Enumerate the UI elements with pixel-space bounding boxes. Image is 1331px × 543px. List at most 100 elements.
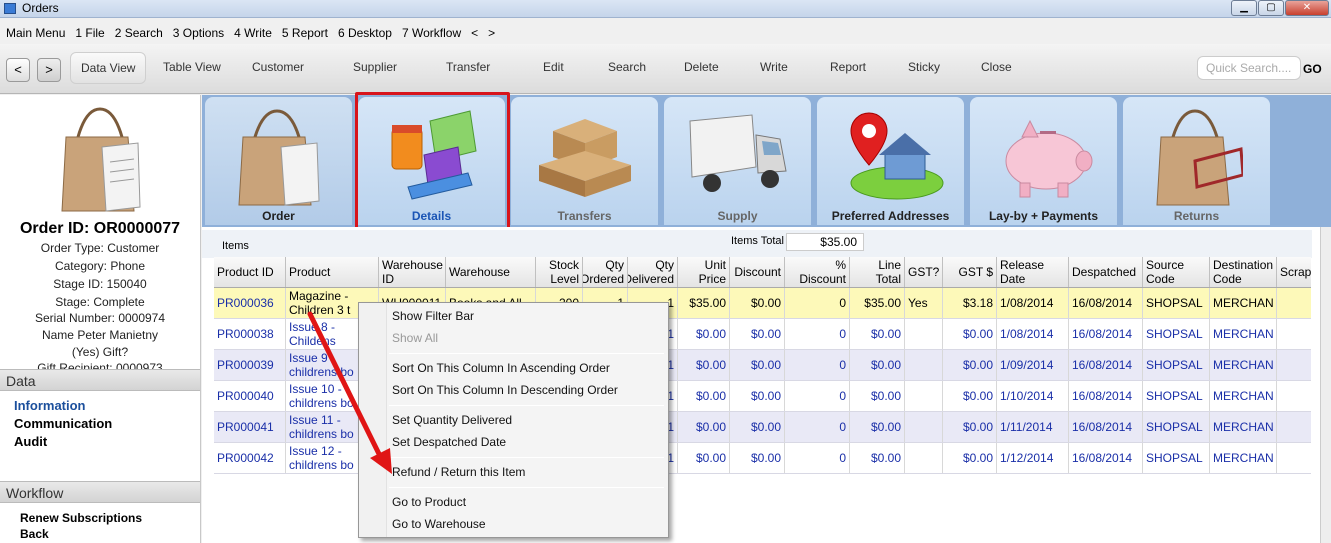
cell-gst-flag[interactable] [905, 350, 943, 380]
cell-line-total[interactable]: $0.00 [850, 381, 905, 411]
col-scrap[interactable]: Scrap [1277, 257, 1311, 287]
col-despatched[interactable]: Despatched [1069, 257, 1143, 287]
cell-unit-price[interactable]: $0.00 [678, 350, 730, 380]
cell-scrap[interactable] [1277, 288, 1311, 318]
col-discount[interactable]: Discount [730, 257, 785, 287]
cell-despatched[interactable]: 16/08/2014 [1069, 350, 1143, 380]
menu-scroll-right[interactable]: > [488, 26, 495, 40]
quick-search-input[interactable]: Quick Search.... [1197, 56, 1301, 80]
menu-main[interactable]: Main Menu [6, 26, 65, 40]
cell-discount[interactable]: $0.00 [730, 350, 785, 380]
cell-gst-flag[interactable] [905, 412, 943, 442]
ctx-go-to-product[interactable]: Go to Product [392, 495, 466, 509]
audit-link[interactable]: Audit [14, 434, 47, 449]
cell-gst-amount[interactable]: $0.00 [943, 381, 997, 411]
cell-gst-amount[interactable]: $0.00 [943, 412, 997, 442]
cell-product-id[interactable]: PR000038 [214, 319, 286, 349]
cell-line-total[interactable]: $0.00 [850, 443, 905, 473]
close-window-button[interactable]: ✕ [1285, 0, 1329, 16]
cell-despatched[interactable]: 16/08/2014 [1069, 412, 1143, 442]
tab-layby-payments[interactable]: Lay-by + Payments [970, 97, 1117, 225]
transfer-button[interactable]: Transfer [446, 60, 490, 74]
cell-pct-discount[interactable]: 0 [785, 319, 850, 349]
search-button[interactable]: Search [608, 60, 646, 74]
tab-preferred-addresses[interactable]: Preferred Addresses [817, 97, 964, 225]
cell-pct-discount[interactable]: 0 [785, 381, 850, 411]
forward-button[interactable]: > [37, 58, 61, 82]
cell-pct-discount[interactable]: 0 [785, 288, 850, 318]
col-qty-delivered[interactable]: Qty Delivered [628, 257, 678, 287]
cell-scrap[interactable] [1277, 319, 1311, 349]
cell-release-date[interactable]: 1/11/2014 [997, 412, 1069, 442]
table-view-button[interactable]: Table View [163, 60, 221, 74]
cell-gst-flag[interactable] [905, 381, 943, 411]
maximize-button[interactable]: ▢ [1258, 0, 1284, 16]
cell-gst-flag[interactable] [905, 443, 943, 473]
cell-despatched[interactable]: 16/08/2014 [1069, 381, 1143, 411]
cell-despatched[interactable]: 16/08/2014 [1069, 319, 1143, 349]
cell-scrap[interactable] [1277, 350, 1311, 380]
supplier-button[interactable]: Supplier [353, 60, 397, 74]
menu-file[interactable]: 1 File [75, 26, 104, 40]
menu-options[interactable]: 3 Options [173, 26, 224, 40]
ctx-refund-return-item[interactable]: Refund / Return this Item [392, 465, 525, 479]
cell-gst-amount[interactable]: $3.18 [943, 288, 997, 318]
cell-destination-code[interactable]: MERCHAN [1210, 319, 1277, 349]
cell-product-id[interactable]: PR000041 [214, 412, 286, 442]
cell-release-date[interactable]: 1/08/2014 [997, 288, 1069, 318]
col-unit-price[interactable]: Unit Price [678, 257, 730, 287]
cell-line-total[interactable]: $0.00 [850, 350, 905, 380]
back-button[interactable]: < [6, 58, 30, 82]
cell-release-date[interactable]: 1/12/2014 [997, 443, 1069, 473]
menu-workflow[interactable]: 7 Workflow [402, 26, 461, 40]
cell-unit-price[interactable]: $0.00 [678, 319, 730, 349]
renew-subscriptions-link[interactable]: Renew Subscriptions [20, 511, 142, 525]
cell-pct-discount[interactable]: 0 [785, 412, 850, 442]
cell-discount[interactable]: $0.00 [730, 319, 785, 349]
cell-line-total[interactable]: $0.00 [850, 319, 905, 349]
write-button[interactable]: Write [760, 60, 788, 74]
cell-release-date[interactable]: 1/09/2014 [997, 350, 1069, 380]
cell-destination-code[interactable]: MERCHAN [1210, 412, 1277, 442]
cell-source-code[interactable]: SHOPSAL [1143, 443, 1210, 473]
ctx-set-quantity-delivered[interactable]: Set Quantity Delivered [392, 413, 512, 427]
menu-scroll-left[interactable]: < [471, 26, 478, 40]
col-pct-discount[interactable]: % Discount [785, 257, 850, 287]
cell-discount[interactable]: $0.00 [730, 288, 785, 318]
cell-gst-flag[interactable]: Yes [905, 288, 943, 318]
report-button[interactable]: Report [830, 60, 866, 74]
minimize-button[interactable]: ▁ [1231, 0, 1257, 16]
menu-report[interactable]: 5 Report [282, 26, 328, 40]
cell-destination-code[interactable]: MERCHAN [1210, 381, 1277, 411]
cell-source-code[interactable]: SHOPSAL [1143, 412, 1210, 442]
delete-button[interactable]: Delete [684, 60, 719, 74]
col-product-id[interactable]: Product ID [214, 257, 286, 287]
edit-button[interactable]: Edit [543, 60, 564, 74]
col-warehouse-id[interactable]: Warehouse ID [379, 257, 446, 287]
cell-source-code[interactable]: SHOPSAL [1143, 350, 1210, 380]
information-link[interactable]: Information [14, 398, 86, 413]
cell-unit-price[interactable]: $35.00 [678, 288, 730, 318]
cell-pct-discount[interactable]: 0 [785, 350, 850, 380]
col-warehouse[interactable]: Warehouse [446, 257, 536, 287]
cell-gst-amount[interactable]: $0.00 [943, 319, 997, 349]
ctx-sort-ascending[interactable]: Sort On This Column In Ascending Order [392, 361, 610, 375]
cell-product-id[interactable]: PR000040 [214, 381, 286, 411]
cell-source-code[interactable]: SHOPSAL [1143, 319, 1210, 349]
cell-despatched[interactable]: 16/08/2014 [1069, 443, 1143, 473]
cell-destination-code[interactable]: MERCHAN [1210, 443, 1277, 473]
menu-write[interactable]: 4 Write [234, 26, 272, 40]
sticky-button[interactable]: Sticky [908, 60, 940, 74]
cell-product-id[interactable]: PR000042 [214, 443, 286, 473]
menu-desktop[interactable]: 6 Desktop [338, 26, 392, 40]
cell-source-code[interactable]: SHOPSAL [1143, 381, 1210, 411]
col-stock-level[interactable]: Stock Level [536, 257, 583, 287]
customer-button[interactable]: Customer [252, 60, 304, 74]
cell-destination-code[interactable]: MERCHAN [1210, 350, 1277, 380]
cell-discount[interactable]: $0.00 [730, 443, 785, 473]
cell-line-total[interactable]: $35.00 [850, 288, 905, 318]
col-gst-flag[interactable]: GST? [905, 257, 943, 287]
cell-discount[interactable]: $0.00 [730, 381, 785, 411]
cell-gst-amount[interactable]: $0.00 [943, 350, 997, 380]
communication-link[interactable]: Communication [14, 416, 112, 431]
